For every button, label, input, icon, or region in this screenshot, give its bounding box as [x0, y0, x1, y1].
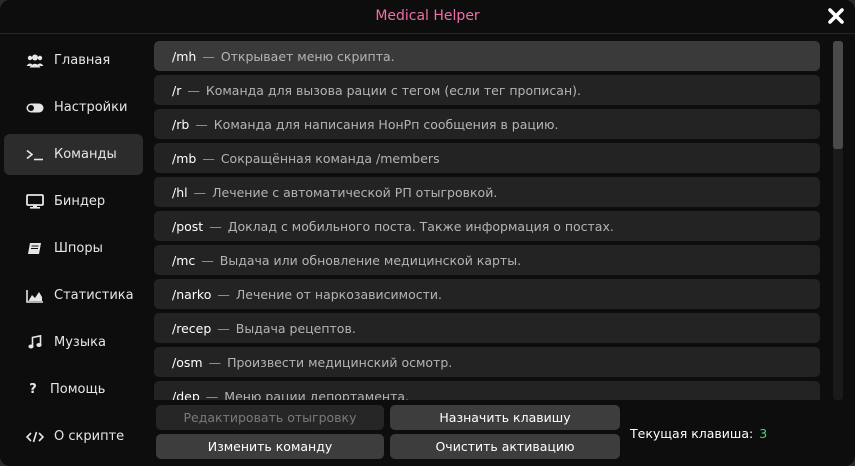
command-name: /r	[172, 82, 182, 98]
command-row[interactable]: /hl — Лечение с автоматической РП отыгро…	[154, 177, 820, 207]
command-dash: —	[202, 48, 215, 64]
sidebar-item-label: Биндер	[54, 194, 106, 209]
close-icon[interactable]	[825, 5, 847, 27]
command-name: /rb	[172, 116, 190, 132]
sidebar-item-help[interactable]: ? Помощь	[4, 369, 143, 410]
sidebar-item-main[interactable]: Главная	[4, 40, 143, 81]
command-name: /hl	[172, 184, 188, 200]
command-row[interactable]: /recep — Выдача рецептов.	[154, 313, 820, 343]
sidebar-item-label: Настройки	[54, 100, 128, 115]
command-description: Открывает меню скрипта.	[220, 48, 395, 64]
command-row[interactable]: /rb — Команда для написания НонРп сообще…	[154, 109, 820, 139]
code-icon	[24, 429, 46, 445]
assign-key-button[interactable]: Назначить клавишу	[390, 405, 620, 430]
sidebar-item-label: Статистика	[54, 288, 134, 303]
title-bar: Medical Helper	[0, 0, 855, 34]
command-row[interactable]: /mh — Открывает меню скрипта.	[154, 41, 820, 71]
sidebar-item-label: О скрипте	[54, 429, 125, 444]
command-row[interactable]: /r — Команда для вызова рации с тегом (е…	[154, 75, 820, 105]
command-row[interactable]: /mb — Сокращённая команда /members	[154, 143, 820, 173]
sidebar-item-label: Шпоры	[54, 241, 103, 256]
command-dash: —	[187, 82, 200, 98]
sidebar: Главная Настройки Команды Биндер Шпоры С…	[0, 35, 148, 466]
command-name: /mb	[172, 150, 197, 166]
monitor-icon	[24, 194, 46, 210]
command-description: Лечение от наркозависимости.	[235, 286, 442, 302]
command-list: /mh — Открывает меню скрипта. /r — Коман…	[154, 41, 822, 400]
book-icon	[24, 241, 46, 257]
command-dash: —	[202, 150, 215, 166]
command-description: Команда для вызова рации с тегом (если т…	[205, 82, 581, 98]
command-name: /dep	[172, 388, 200, 401]
users-icon	[24, 53, 46, 69]
sidebar-item-cheatsheets[interactable]: Шпоры	[4, 228, 143, 269]
terminal-icon	[24, 147, 46, 163]
scrollbar-thumb[interactable]	[833, 41, 843, 149]
command-row[interactable]: /dep — Меню рации депортамента.	[154, 381, 820, 400]
command-list-scrollbar[interactable]	[833, 41, 843, 400]
medical-helper-window: Medical Helper Главная Настройки Команды…	[0, 0, 855, 466]
sidebar-item-music[interactable]: Музыка	[4, 322, 143, 363]
window-title: Medical Helper	[375, 8, 480, 24]
sidebar-item-label: Главная	[54, 53, 111, 68]
sidebar-item-statistics[interactable]: Статистика	[4, 275, 143, 316]
command-dash: —	[205, 388, 219, 401]
command-row[interactable]: /post — Доклад с мобильного поста. Также…	[154, 211, 820, 241]
toggle-icon	[24, 100, 46, 116]
command-row[interactable]: /osm — Произвести медицинский осмотр.	[154, 347, 820, 377]
sidebar-item-settings[interactable]: Настройки	[4, 87, 143, 128]
command-dash: —	[201, 252, 214, 268]
clear-activation-button[interactable]: Очистить активацию	[390, 434, 620, 459]
edit-rp-button[interactable]: Редактировать отыгровку	[156, 405, 384, 430]
command-name: /mc	[172, 252, 196, 268]
change-command-button[interactable]: Изменить команду	[156, 434, 384, 459]
current-hotkey: Текущая клавиша: 3	[630, 426, 767, 441]
command-dash: —	[209, 218, 222, 234]
sidebar-item-commands[interactable]: Команды	[4, 134, 143, 175]
command-name: /mh	[172, 48, 197, 64]
command-description: Выдача рецептов.	[235, 320, 356, 336]
sidebar-item-binder[interactable]: Биндер	[4, 181, 143, 222]
command-name: /post	[172, 218, 204, 234]
sidebar-item-label: Помощь	[50, 382, 106, 397]
command-dash: —	[208, 354, 222, 370]
command-dash: —	[195, 116, 208, 132]
command-dash: —	[217, 320, 230, 336]
command-name: /osm	[172, 354, 203, 370]
command-name: /recep	[172, 320, 212, 336]
command-description: Меню рации депортамента.	[224, 388, 409, 401]
music-icon	[24, 335, 46, 351]
command-name: /narko	[172, 286, 212, 302]
area-chart-icon	[24, 288, 46, 304]
command-row[interactable]: /narko — Лечение от наркозависимости.	[154, 279, 820, 309]
question-icon: ?	[29, 382, 37, 397]
command-dash: —	[217, 286, 230, 302]
sidebar-item-label: Музыка	[54, 335, 106, 350]
command-description: Произвести медицинский осмотр.	[227, 354, 453, 370]
command-description: Лечение с автоматической РП отыгровкой.	[212, 184, 498, 200]
command-description: Выдача или обновление медицинской карты.	[219, 252, 522, 268]
command-description: Команда для написания НонРп сообщения в …	[213, 116, 559, 132]
sidebar-item-about[interactable]: О скрипте	[4, 416, 143, 457]
command-dash: —	[193, 184, 207, 200]
command-row[interactable]: /mc — Выдача или обновление медицинской …	[154, 245, 820, 275]
current-hotkey-label: Текущая клавиша:	[630, 426, 754, 441]
sidebar-item-label: Команды	[54, 147, 117, 162]
command-description: Доклад с мобильного поста. Также информа…	[227, 218, 614, 234]
current-hotkey-value: 3	[759, 426, 768, 441]
command-description: Сокращённая команда /members	[220, 150, 440, 166]
